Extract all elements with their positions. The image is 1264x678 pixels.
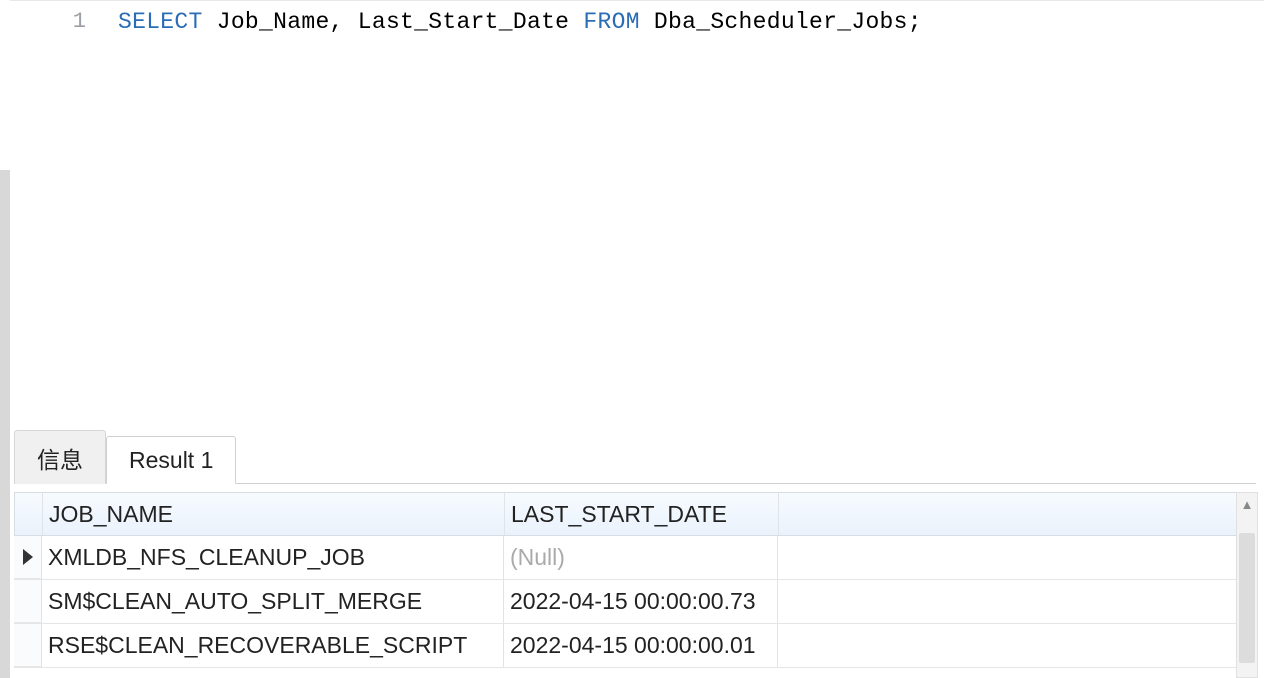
tab-info[interactable]: 信息 bbox=[14, 430, 106, 484]
grid-body: JOB_NAME LAST_START_DATE XMLDB_NFS_CLEAN… bbox=[14, 492, 1256, 668]
sql-keyword-select: SELECT bbox=[118, 9, 203, 35]
sql-keyword-from: FROM bbox=[583, 9, 639, 35]
line-number-gutter: 1 bbox=[10, 1, 100, 432]
line-number-1: 1 bbox=[73, 9, 86, 34]
row-indicator-header bbox=[15, 493, 43, 535]
table-row[interactable]: RSE$CLEAN_RECOVERABLE_SCRIPT2022-04-15 0… bbox=[14, 624, 1256, 668]
row-indicator bbox=[14, 580, 42, 623]
sql-table: Dba_Scheduler_Jobs; bbox=[640, 9, 922, 35]
results-tab-bar: 信息 Result 1 bbox=[14, 436, 1256, 484]
table-row[interactable]: XMLDB_NFS_CLEANUP_JOB(Null) bbox=[14, 536, 1256, 580]
tab-result-1[interactable]: Result 1 bbox=[106, 436, 236, 484]
sql-editor[interactable]: 1 SELECT Job_Name, Last_Start_Date FROM … bbox=[10, 0, 1264, 432]
cell-job-name[interactable]: RSE$CLEAN_RECOVERABLE_SCRIPT bbox=[42, 624, 504, 667]
results-grid: JOB_NAME LAST_START_DATE XMLDB_NFS_CLEAN… bbox=[14, 492, 1256, 678]
column-header-job-name[interactable]: JOB_NAME bbox=[43, 493, 505, 535]
sql-code-area[interactable]: SELECT Job_Name, Last_Start_Date FROM Db… bbox=[100, 1, 1264, 432]
cell-last-start-date[interactable]: 2022-04-15 00:00:00.01 bbox=[504, 624, 778, 667]
row-indicator bbox=[14, 624, 42, 667]
cell-job-name[interactable]: SM$CLEAN_AUTO_SPLIT_MERGE bbox=[42, 580, 504, 623]
scrollbar-thumb[interactable] bbox=[1239, 533, 1255, 663]
column-header-last-start-date[interactable]: LAST_START_DATE bbox=[505, 493, 779, 535]
cell-last-start-date[interactable]: (Null) bbox=[504, 536, 778, 579]
table-row[interactable]: SM$CLEAN_AUTO_SPLIT_MERGE2022-04-15 00:0… bbox=[14, 580, 1256, 624]
cell-last-start-date[interactable]: 2022-04-15 00:00:00.73 bbox=[504, 580, 778, 623]
sql-columns: Job_Name, Last_Start_Date bbox=[203, 9, 584, 35]
current-row-icon bbox=[23, 549, 33, 565]
chevron-up-icon: ▲ bbox=[1241, 497, 1254, 512]
row-indicator bbox=[14, 536, 42, 579]
left-gutter bbox=[0, 170, 10, 678]
results-vertical-scrollbar[interactable]: ▲ bbox=[1236, 492, 1258, 678]
cell-job-name[interactable]: XMLDB_NFS_CLEANUP_JOB bbox=[42, 536, 504, 579]
scroll-up-button[interactable]: ▲ bbox=[1237, 493, 1257, 515]
grid-header-row: JOB_NAME LAST_START_DATE bbox=[14, 492, 1256, 536]
